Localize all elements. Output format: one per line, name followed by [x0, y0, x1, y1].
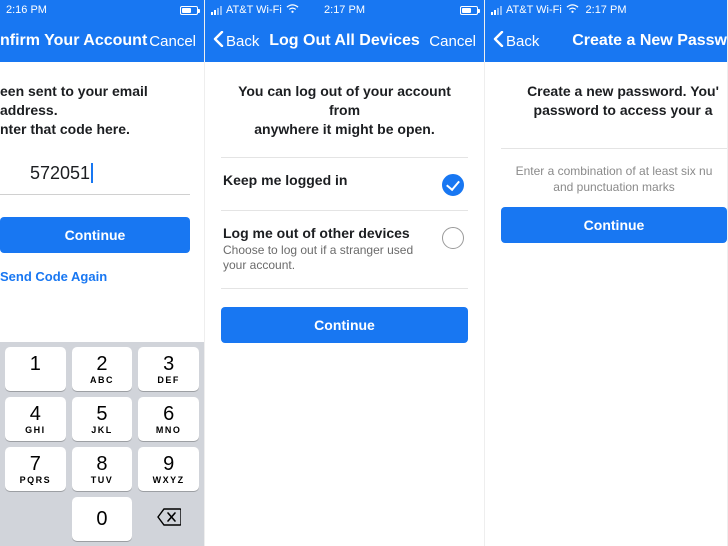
confirm-headline: een sent to your email address. nter tha… [0, 82, 190, 139]
content: Create a new password. You' password to … [485, 62, 727, 546]
code-input-wrapper[interactable]: 572051 [0, 157, 190, 195]
page-title: Log Out All Devices [269, 32, 420, 50]
page-title: Create a New Passw [572, 32, 727, 50]
cancel-button[interactable]: Cancel [149, 33, 196, 50]
key-5[interactable]: 5JKL [72, 397, 133, 441]
status-time: 2:17 PM [324, 4, 365, 16]
back-button[interactable]: Back [493, 31, 539, 51]
status-bar: 2:16 PM [0, 0, 204, 20]
chevron-left-icon [213, 31, 224, 51]
key-4[interactable]: 4GHI [5, 397, 66, 441]
continue-button[interactable]: Continue [221, 307, 468, 343]
code-value: 572051 [30, 163, 90, 183]
option-title: Log me out of other devices [223, 225, 432, 241]
cancel-button[interactable]: Cancel [429, 33, 476, 50]
chevron-left-icon [493, 31, 504, 51]
backspace-icon [157, 508, 181, 531]
numeric-keypad: 1 2ABC 3DEF 4GHI 5JKL 6MNO 7PQRS 8TUV 9W… [0, 342, 204, 546]
continue-button[interactable]: Continue [0, 217, 190, 253]
key-blank [5, 497, 66, 541]
battery-icon [180, 6, 198, 15]
radio-selected-icon [442, 174, 464, 196]
nav-bar: nfirm Your Account Cancel [0, 20, 204, 62]
signal-icon [491, 6, 502, 15]
logout-headline: You can log out of your account from any… [221, 82, 468, 139]
status-time: 2:16 PM [6, 4, 47, 16]
key-2[interactable]: 2ABC [72, 347, 133, 391]
status-time: 2:17 PM [586, 4, 627, 16]
resend-code-link[interactable]: Send Code Again [0, 269, 190, 284]
wifi-icon [286, 4, 299, 17]
status-bar: AT&T Wi-Fi 2:17 PM [205, 0, 484, 20]
key-9[interactable]: 9WXYZ [138, 447, 199, 491]
option-keep-logged-in[interactable]: Keep me logged in [221, 157, 468, 210]
screen-create-password: AT&T Wi-Fi 2:17 PM Back Create a New Pas… [485, 0, 728, 546]
key-backspace[interactable] [138, 497, 199, 541]
carrier-label: AT&T Wi-Fi [226, 4, 282, 16]
key-6[interactable]: 6MNO [138, 397, 199, 441]
screen-logout-devices: AT&T Wi-Fi 2:17 PM Back Log Out All Devi… [205, 0, 485, 546]
password-helper-text: Enter a combination of at least six nu a… [501, 148, 727, 207]
status-bar: AT&T Wi-Fi 2:17 PM [485, 0, 727, 20]
battery-icon [460, 6, 478, 15]
option-title: Keep me logged in [223, 172, 432, 188]
content: een sent to your email address. nter tha… [0, 62, 204, 342]
page-title: nfirm Your Account [0, 32, 147, 50]
status-icons [460, 6, 478, 15]
text-cursor [91, 163, 93, 183]
nav-bar: Back Log Out All Devices Cancel [205, 20, 484, 62]
continue-button[interactable]: Continue [501, 207, 727, 243]
radio-unselected-icon [442, 227, 464, 249]
back-button[interactable]: Back [213, 31, 259, 51]
password-headline: Create a new password. You' password to … [501, 82, 727, 120]
key-7[interactable]: 7PQRS [5, 447, 66, 491]
option-log-out-others[interactable]: Log me out of other devices Choose to lo… [221, 210, 468, 289]
screen-confirm-account: 2:16 PM nfirm Your Account Cancel een se… [0, 0, 205, 546]
status-icons [180, 6, 198, 15]
key-0[interactable]: 0 [72, 497, 133, 541]
key-1[interactable]: 1 [5, 347, 66, 391]
option-subtitle: Choose to log out if a stranger used you… [223, 243, 432, 274]
nav-bar: Back Create a New Passw [485, 20, 727, 62]
key-8[interactable]: 8TUV [72, 447, 133, 491]
signal-icon [211, 6, 222, 15]
key-3[interactable]: 3DEF [138, 347, 199, 391]
carrier-label: AT&T Wi-Fi [506, 4, 562, 16]
content: You can log out of your account from any… [205, 62, 484, 546]
wifi-icon [566, 4, 579, 17]
